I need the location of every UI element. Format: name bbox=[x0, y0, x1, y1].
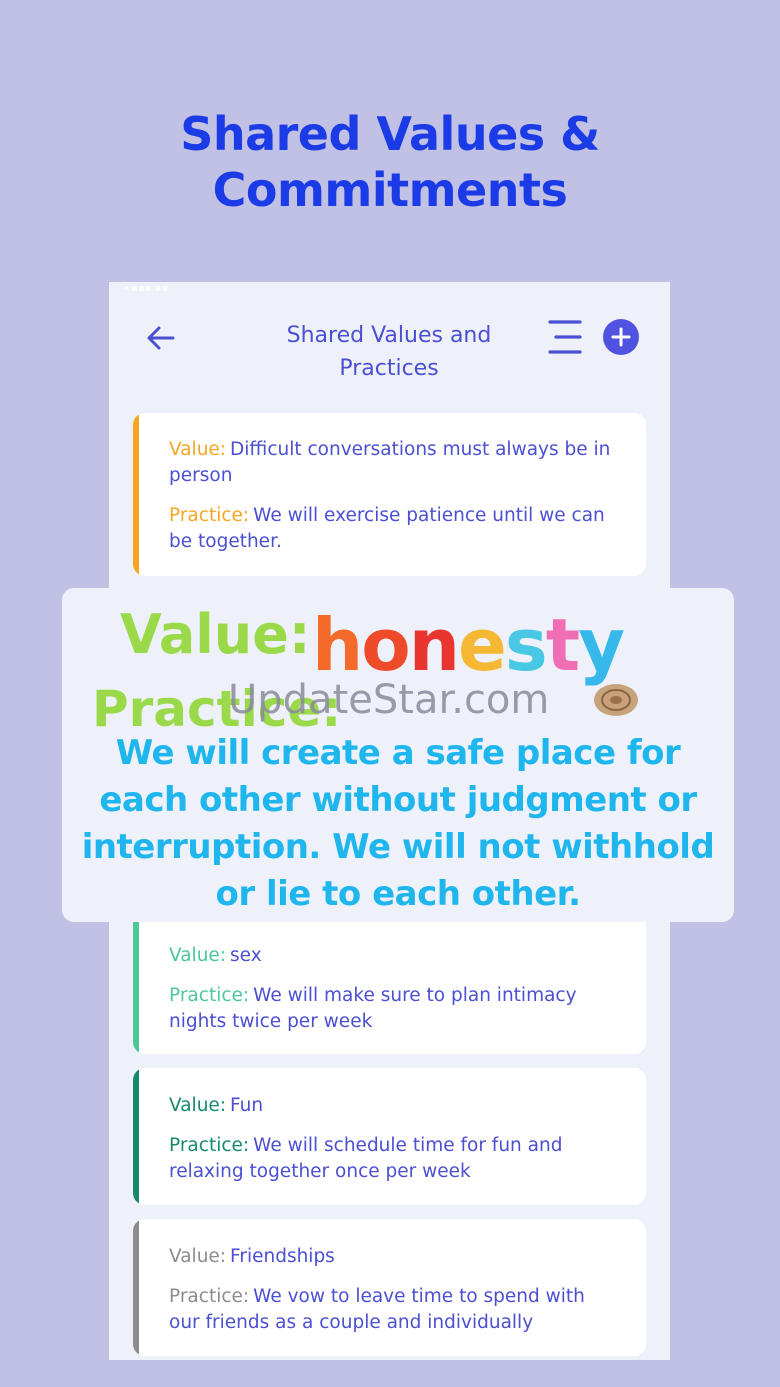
callout-practice-line-4: or lie to each other. bbox=[215, 874, 581, 914]
letter-y: y bbox=[578, 603, 624, 687]
watermark-logo-icon bbox=[594, 684, 638, 716]
letter-n: n bbox=[409, 603, 458, 687]
promo-title-line-2: Commitments bbox=[212, 163, 568, 217]
value-card[interactable]: Value: Fun Practice: We will schedule time… bbox=[133, 1068, 646, 1205]
callout-value-label: Value: bbox=[120, 603, 311, 666]
letter-h: h bbox=[312, 603, 361, 687]
card-accent-bar bbox=[133, 908, 139, 1054]
svg-text:honesty: honesty bbox=[312, 603, 624, 687]
add-button[interactable] bbox=[603, 319, 639, 355]
plus-icon bbox=[611, 327, 631, 347]
value-label: Value: bbox=[169, 439, 227, 460]
page-title-line-2: Practices bbox=[339, 356, 439, 381]
promo-title: Shared Values & Commitments bbox=[0, 106, 780, 218]
letter-t: t bbox=[546, 603, 579, 687]
value-label: Value: bbox=[169, 945, 227, 966]
value-label: Value: bbox=[169, 1095, 227, 1116]
card-accent-bar bbox=[133, 1219, 139, 1356]
highlight-callout: Value: honesty Practice: UpdateStar.com … bbox=[62, 588, 734, 922]
promo-title-line-1: Shared Values & bbox=[180, 107, 600, 161]
value-text: sex bbox=[230, 945, 262, 966]
practice-label: Practice: bbox=[169, 985, 250, 1006]
value-card[interactable]: Value: Difficult conversations must alway… bbox=[133, 413, 646, 576]
value-text: Difficult conversations must always be i… bbox=[169, 439, 611, 486]
value-label: Value: bbox=[169, 1246, 227, 1267]
watermark-text: UpdateStar.com bbox=[228, 677, 550, 723]
page-title: Shared Values and Practices bbox=[254, 319, 524, 385]
callout-practice-line-2: each other without judgment or bbox=[99, 780, 697, 820]
letter-e: e bbox=[458, 603, 505, 687]
callout-practice-text: We will create a safe place for each oth… bbox=[62, 730, 734, 918]
practice-label: Practice: bbox=[169, 1135, 250, 1156]
back-button[interactable] bbox=[143, 320, 179, 356]
letter-o: o bbox=[361, 603, 408, 687]
value-card[interactable]: Value: Friendships Practice: We vow to lea… bbox=[133, 1219, 646, 1356]
arrow-left-icon bbox=[147, 326, 175, 350]
callout-practice-line-1: We will create a safe place for bbox=[115, 733, 681, 773]
card-accent-bar bbox=[133, 1068, 139, 1205]
page-title-line-1: Shared Values and bbox=[286, 323, 492, 348]
value-text: Friendships bbox=[230, 1246, 335, 1267]
letter-s: s bbox=[505, 603, 546, 687]
value-text: Fun bbox=[230, 1095, 264, 1116]
value-card[interactable]: Value: sex Practice: We will make sure to … bbox=[133, 908, 646, 1054]
menu-button[interactable] bbox=[546, 318, 584, 356]
practice-label: Practice: bbox=[169, 505, 250, 526]
menu-icon bbox=[548, 320, 582, 354]
callout-practice-line-3: interruption. We will not withhold bbox=[81, 827, 715, 867]
practice-label: Practice: bbox=[169, 1286, 250, 1307]
card-accent-bar bbox=[133, 413, 139, 576]
status-bar: ◂ ▪▪▪ ▪▪ bbox=[123, 283, 169, 294]
